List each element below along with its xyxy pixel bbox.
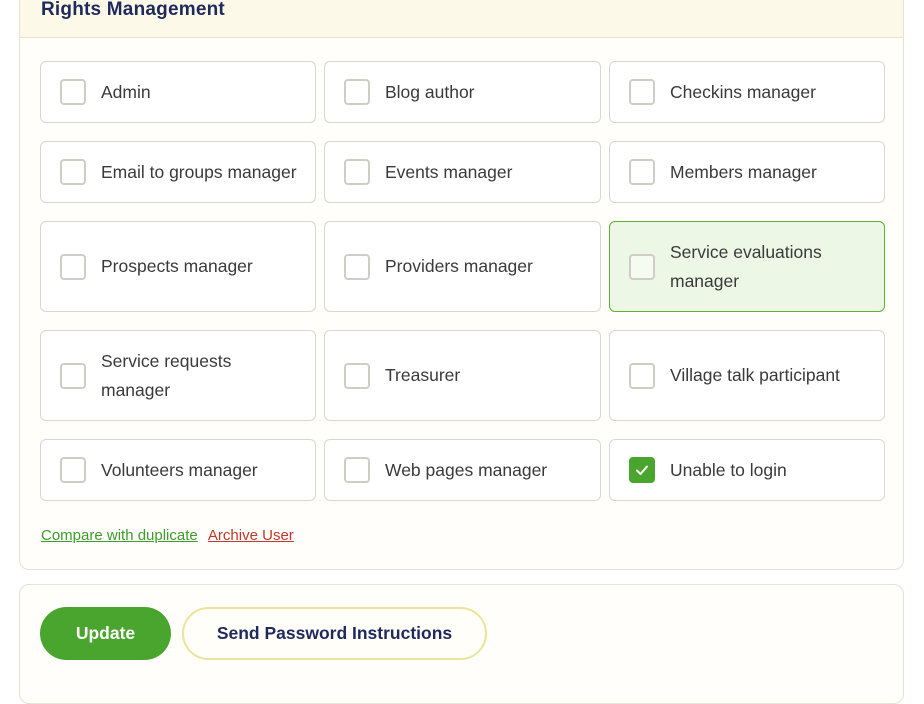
right-label: Admin <box>101 81 151 102</box>
checkbox[interactable] <box>344 362 370 389</box>
checkbox[interactable] <box>629 253 655 280</box>
right-option-service-evaluations-manager[interactable]: Service evaluations manager <box>609 221 885 312</box>
right-option-members-manager[interactable]: Members manager <box>609 141 885 203</box>
right-label: Web pages manager <box>385 459 548 480</box>
checkbox[interactable] <box>344 253 370 280</box>
checkbox[interactable] <box>629 362 655 389</box>
right-option-volunteers-manager[interactable]: Volunteers manager <box>40 439 316 501</box>
right-option-email-to-groups-manager[interactable]: Email to groups manager <box>40 141 316 203</box>
right-label: Members manager <box>670 161 817 182</box>
right-option-village-talk-participant[interactable]: Village talk participant <box>609 330 885 421</box>
right-option-events-manager[interactable]: Events manager <box>324 141 601 203</box>
checkbox[interactable] <box>344 79 370 105</box>
right-label: Providers manager <box>385 256 533 276</box>
right-label: Service evaluations manager <box>670 241 822 291</box>
right-label: Village talk participant <box>670 365 840 385</box>
right-label: Prospects manager <box>101 256 253 276</box>
checkmark-icon <box>636 465 648 475</box>
send-password-instructions-button[interactable]: Send Password Instructions <box>182 607 487 660</box>
right-label: Service requests manager <box>101 350 232 400</box>
checkbox[interactable] <box>629 79 655 105</box>
section-title: Rights Management <box>41 0 225 20</box>
rights-management-panel: Rights Management Admin Blog author Chec… <box>19 0 904 570</box>
checkbox[interactable] <box>629 159 655 185</box>
checkbox[interactable] <box>60 457 86 483</box>
right-label: Blog author <box>385 81 475 102</box>
right-option-treasurer[interactable]: Treasurer <box>324 330 601 421</box>
right-label: Checkins manager <box>670 81 816 102</box>
right-option-providers-manager[interactable]: Providers manager <box>324 221 601 312</box>
checkbox-checked[interactable] <box>629 457 655 483</box>
right-option-admin[interactable]: Admin <box>40 61 316 123</box>
panel-header: Rights Management <box>20 0 903 38</box>
right-option-web-pages-manager[interactable]: Web pages manager <box>324 439 601 501</box>
update-button[interactable]: Update <box>40 607 171 660</box>
user-links: Compare with duplicate Archive User <box>41 527 294 544</box>
rights-grid: Admin Blog author Checkins manager Email… <box>40 61 885 501</box>
checkbox[interactable] <box>344 159 370 185</box>
right-label: Events manager <box>385 161 513 182</box>
archive-user-link[interactable]: Archive User <box>208 527 294 544</box>
right-label: Email to groups manager <box>101 161 297 182</box>
right-option-blog-author[interactable]: Blog author <box>324 61 601 123</box>
checkbox[interactable] <box>60 253 86 280</box>
right-label: Volunteers manager <box>101 459 258 480</box>
right-label: Unable to login <box>670 459 787 480</box>
checkbox[interactable] <box>60 362 86 389</box>
right-option-service-requests-manager[interactable]: Service requests manager <box>40 330 316 421</box>
compare-with-duplicate-link[interactable]: Compare with duplicate <box>41 527 198 544</box>
checkbox[interactable] <box>60 79 86 105</box>
checkbox[interactable] <box>344 457 370 483</box>
right-option-prospects-manager[interactable]: Prospects manager <box>40 221 316 312</box>
checkbox[interactable] <box>60 159 86 185</box>
right-option-checkins-manager[interactable]: Checkins manager <box>609 61 885 123</box>
right-label: Treasurer <box>385 365 461 385</box>
right-option-unable-to-login[interactable]: Unable to login <box>609 439 885 501</box>
